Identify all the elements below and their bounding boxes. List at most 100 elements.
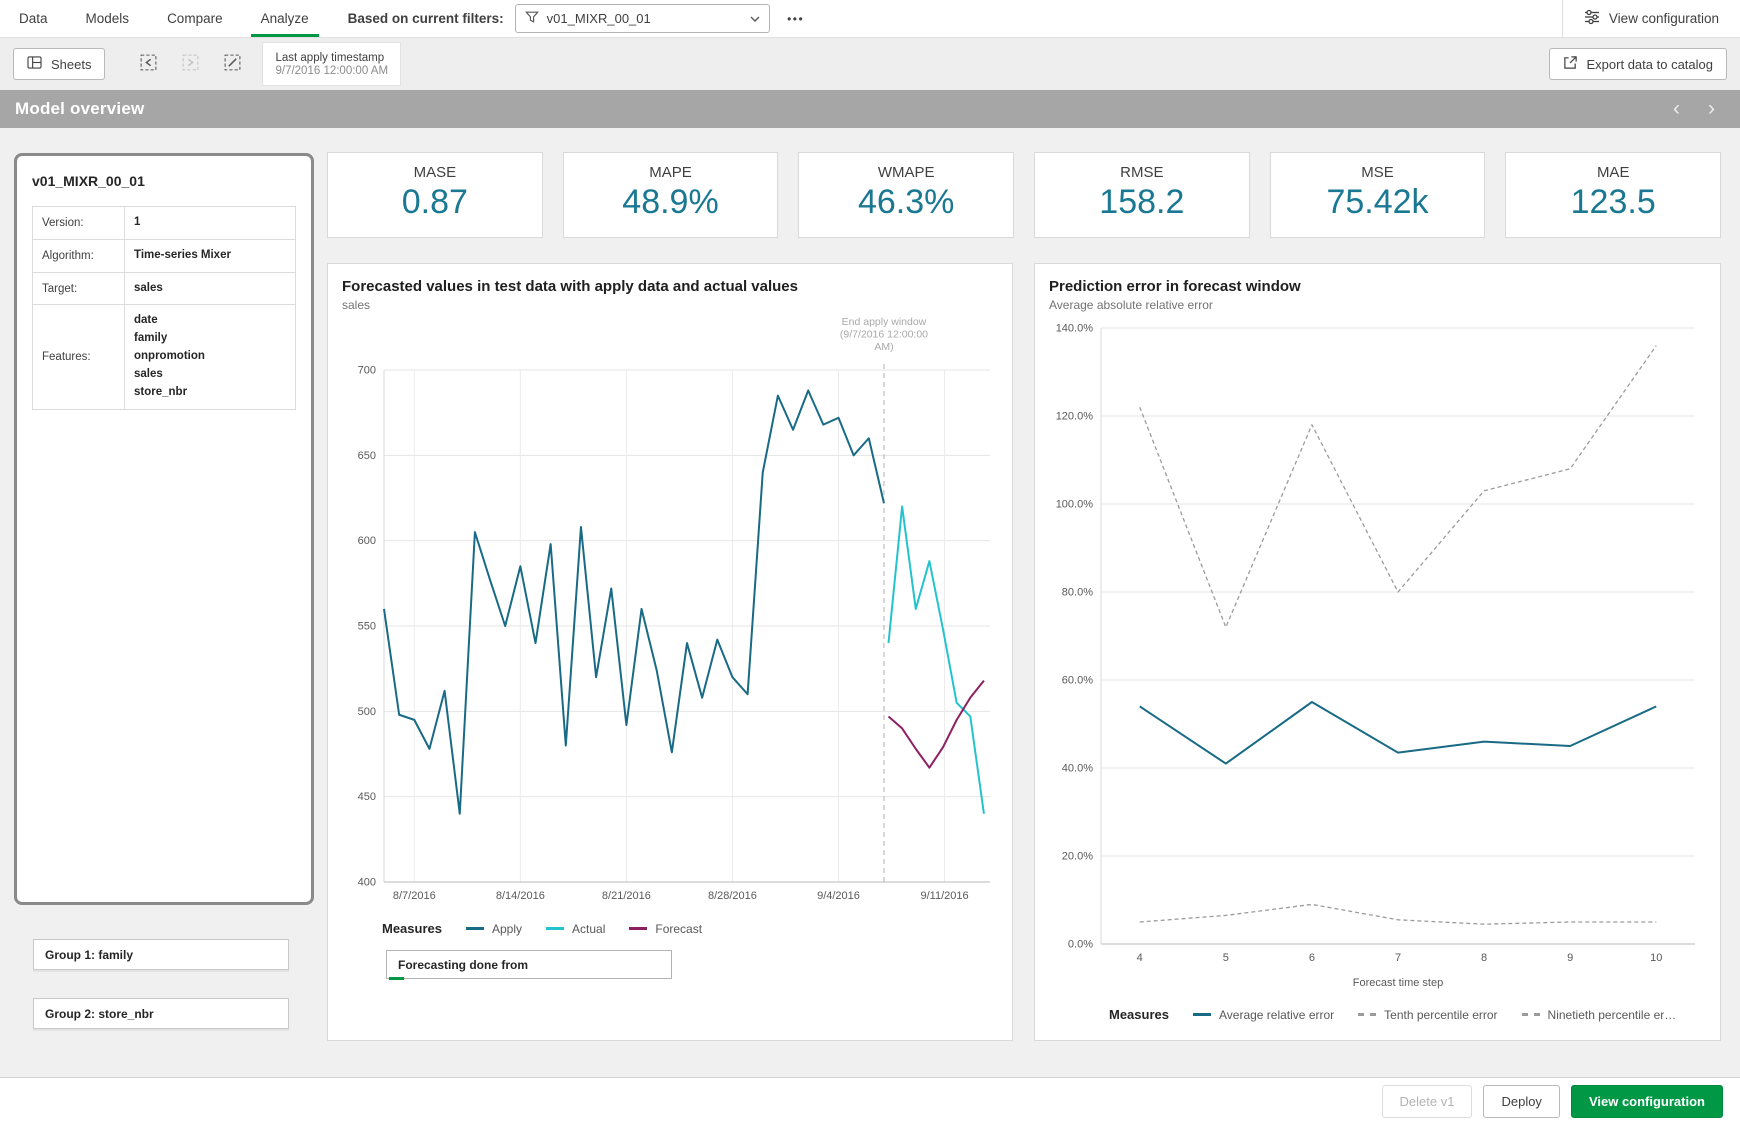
- svg-text:60.0%: 60.0%: [1062, 675, 1093, 687]
- ninetieth-percentile-swatch: [1522, 1013, 1540, 1016]
- svg-text:80.0%: 80.0%: [1062, 587, 1093, 599]
- forecasting-done-from-control[interactable]: Forecasting done from: [386, 950, 672, 979]
- tab-analyze[interactable]: Analyze: [242, 0, 328, 37]
- kpi-label: MAPE: [564, 164, 778, 181]
- prediction-error-chart[interactable]: 0.0%20.0%40.0%60.0%80.0%100.0%120.0%140.…: [1049, 312, 1709, 992]
- svg-text:650: 650: [358, 450, 376, 462]
- model-filter-value: v01_MIXR_00_01: [547, 11, 651, 26]
- selection-tools: [133, 49, 248, 80]
- filters-label: Based on current filters:: [348, 0, 504, 37]
- view-configuration-button[interactable]: View configuration: [1571, 1085, 1723, 1118]
- toolbar: Sheets Last apply timestamp 9/7/2016: [0, 38, 1740, 90]
- forecast-chart-yaxis-title: sales: [342, 298, 1000, 312]
- group-2-filter[interactable]: Group 2: store_nbr: [33, 998, 289, 1029]
- kpi-label: MSE: [1271, 164, 1485, 181]
- view-configuration-nav-button[interactable]: View configuration: [1562, 0, 1740, 37]
- prediction-error-chart-title: Prediction error in forecast window: [1049, 278, 1708, 295]
- svg-text:7: 7: [1395, 952, 1401, 964]
- svg-text:8/21/2016: 8/21/2016: [602, 890, 651, 902]
- kpi-card-wmape[interactable]: WMAPE 46.3%: [798, 152, 1014, 238]
- svg-text:140.0%: 140.0%: [1056, 323, 1094, 335]
- more-options-button[interactable]: •••: [779, 4, 813, 33]
- svg-text:450: 450: [358, 791, 376, 803]
- actual-line-swatch: [546, 927, 564, 930]
- legend-item-ninetieth-percentile[interactable]: Ninetieth percentile er…: [1522, 1008, 1677, 1022]
- forecast-chart[interactable]: 4004505005506006507008/7/20168/14/20168/…: [342, 312, 1002, 912]
- spec-value-version: 1: [125, 207, 296, 240]
- model-card[interactable]: v01_MIXR_00_01 Version: 1 Algorithm: Tim…: [14, 153, 314, 905]
- kpi-card-mase[interactable]: MASE 0.87: [327, 152, 543, 238]
- legend-item-actual[interactable]: Actual: [546, 922, 605, 936]
- svg-text:100.0%: 100.0%: [1056, 499, 1094, 511]
- legend-item-tenth-percentile[interactable]: Tenth percentile error: [1358, 1008, 1497, 1022]
- legend-item-forecast[interactable]: Forecast: [629, 922, 702, 936]
- export-label: Export data to catalog: [1587, 57, 1713, 72]
- svg-text:700: 700: [358, 365, 376, 377]
- deploy-button[interactable]: Deploy: [1483, 1085, 1559, 1118]
- export-icon: [1563, 55, 1578, 73]
- next-sheet-chevron-icon[interactable]: ›: [1708, 92, 1715, 126]
- svg-text:(9/7/2016 12:00:00: (9/7/2016 12:00:00: [840, 329, 928, 341]
- last-apply-timestamp-value: 9/7/2016 12:00:00 AM: [275, 65, 388, 77]
- table-row: Version: 1: [33, 207, 296, 240]
- average-relative-error-swatch: [1193, 1013, 1211, 1016]
- kpi-card-rmse[interactable]: RMSE 158.2: [1034, 152, 1250, 238]
- model-card-title: v01_MIXR_00_01: [32, 173, 296, 189]
- selections-forward-button[interactable]: [175, 49, 206, 80]
- previous-sheet-chevron-icon[interactable]: ‹: [1673, 92, 1680, 126]
- legend-item-average-relative-error[interactable]: Average relative error: [1193, 1008, 1334, 1022]
- spec-label-target: Target:: [33, 272, 125, 305]
- kpi-card-mape[interactable]: MAPE 48.9%: [563, 152, 779, 238]
- more-options-icon: •••: [787, 12, 804, 26]
- svg-text:5: 5: [1223, 952, 1229, 964]
- kpi-value: 0.87: [328, 183, 542, 222]
- legend-label: Tenth percentile error: [1384, 1008, 1497, 1022]
- sheets-grid-icon: [27, 56, 42, 72]
- legend-item-apply[interactable]: Apply: [466, 922, 522, 936]
- forecasting-done-from-label: Forecasting done from: [398, 958, 528, 972]
- kpi-value: 158.2: [1035, 183, 1249, 222]
- group-1-filter[interactable]: Group 1: family: [33, 939, 289, 970]
- forecast-chart-title: Forecasted values in test data with appl…: [342, 278, 1000, 295]
- kpi-value: 75.42k: [1271, 183, 1485, 222]
- legend-label: Actual: [572, 922, 605, 936]
- sheets-button[interactable]: Sheets: [13, 48, 105, 80]
- tab-data[interactable]: Data: [0, 0, 67, 37]
- kpi-row: MASE 0.87 MAPE 48.9% WMAPE 46.3% RMSE 15…: [327, 152, 1721, 238]
- spec-value-algorithm: Time-series Mixer: [125, 239, 296, 272]
- spec-value-features: date family onpromotion sales store_nbr: [125, 305, 296, 409]
- clear-selections-button[interactable]: [217, 49, 248, 80]
- tab-compare[interactable]: Compare: [148, 0, 242, 37]
- svg-text:9/4/2016: 9/4/2016: [817, 890, 860, 902]
- delete-version-button[interactable]: Delete v1: [1382, 1085, 1473, 1118]
- prediction-error-chart-card: Prediction error in forecast window Aver…: [1034, 263, 1721, 1041]
- page-title: Model overview: [15, 99, 144, 119]
- kpi-card-mse[interactable]: MSE 75.42k: [1270, 152, 1486, 238]
- nav-spacer: [813, 0, 1562, 37]
- svg-text:4: 4: [1137, 952, 1143, 964]
- legend-title: Measures: [1109, 1007, 1169, 1022]
- svg-text:8/14/2016: 8/14/2016: [496, 890, 545, 902]
- main-content: v01_MIXR_00_01 Version: 1 Algorithm: Tim…: [0, 128, 1740, 1077]
- legend-title: Measures: [382, 921, 442, 936]
- group-1-label: Group 1: family: [45, 948, 133, 962]
- svg-text:20.0%: 20.0%: [1062, 851, 1093, 863]
- svg-text:8/7/2016: 8/7/2016: [393, 890, 436, 902]
- tab-models[interactable]: Models: [67, 0, 149, 37]
- last-apply-timestamp: Last apply timestamp 9/7/2016 12:00:00 A…: [262, 42, 401, 86]
- kpi-card-mae[interactable]: MAE 123.5: [1505, 152, 1721, 238]
- kpi-value: 48.9%: [564, 183, 778, 222]
- chevron-down-icon: [750, 16, 760, 22]
- svg-text:9/11/2016: 9/11/2016: [920, 890, 968, 902]
- table-row: Algorithm: Time-series Mixer: [33, 239, 296, 272]
- export-data-button[interactable]: Export data to catalog: [1549, 48, 1727, 80]
- model-filter-dropdown[interactable]: v01_MIXR_00_01: [515, 4, 770, 33]
- nav-tabs: Data Models Compare Analyze: [0, 0, 328, 37]
- svg-text:0.0%: 0.0%: [1068, 939, 1093, 951]
- legend-label: Apply: [492, 922, 522, 936]
- svg-text:10: 10: [1650, 952, 1662, 964]
- svg-text:End apply window: End apply window: [842, 316, 927, 328]
- selections-back-button[interactable]: [133, 49, 164, 80]
- view-configuration-nav-label: View configuration: [1609, 11, 1719, 26]
- forecast-chart-legend: Measures Apply Actual Forecast: [382, 921, 1000, 936]
